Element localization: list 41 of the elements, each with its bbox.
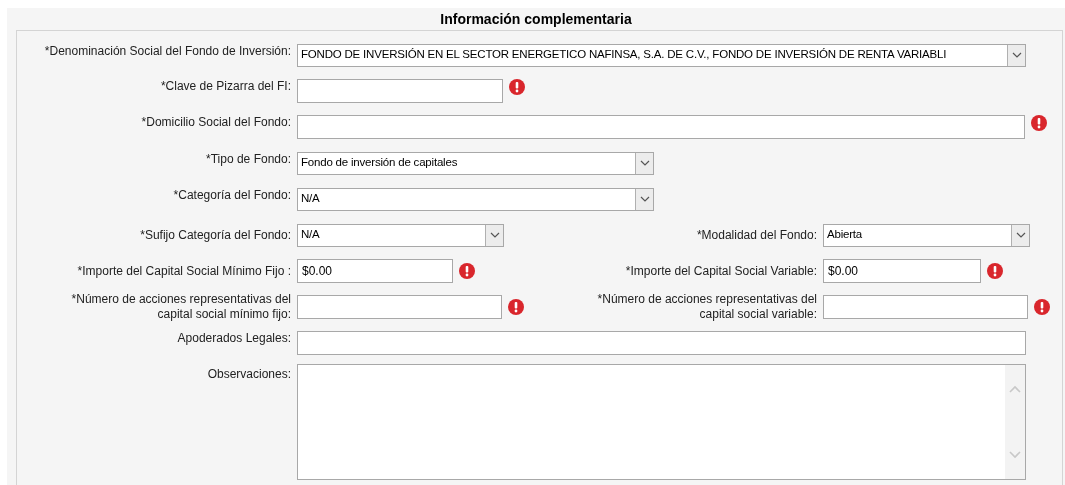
caret-icon <box>1011 224 1029 246</box>
select-field[interactable]: FONDO DE INVERSIÓN EN EL SECTOR ENERGETICO NAFINSA, S.A. DE C.V., FONDO DE INVERSIÓN DE RENTA VARIABLI <box>297 43 1026 67</box>
field-label: *Denominación Social del Fondo de Inversión: <box>43 43 292 59</box>
input-field[interactable] <box>297 295 502 319</box>
field-label: *Número de acciones representativas del capital social mínimo fijo: <box>70 292 292 322</box>
input-field[interactable] <box>823 295 1028 319</box>
field-label: Observaciones: <box>206 366 292 382</box>
input-field[interactable] <box>297 331 1026 355</box>
field-label: *Sufijo Categoría del Fondo: <box>139 227 292 243</box>
field-label: *Importe del Capital Social Variable: <box>624 263 818 279</box>
field-label: *Tipo de Fondo: <box>205 151 292 167</box>
field-label: *Modalidad del Fondo: <box>695 227 818 243</box>
caret-icon <box>1007 44 1025 66</box>
input-field[interactable] <box>297 79 503 103</box>
select-field[interactable]: N/A <box>297 187 654 211</box>
input-field[interactable]: $0.00 <box>297 259 453 283</box>
error-icon <box>509 79 525 95</box>
scrollbar[interactable] <box>1005 365 1025 479</box>
chevron-up-icon[interactable] <box>1009 385 1021 393</box>
field-label: *Domicilio Social del Fondo: <box>140 115 292 130</box>
select-field[interactable]: N/A <box>297 223 504 247</box>
field-label: *Clave de Pizarra del FI: <box>159 79 292 94</box>
field-label: Apoderados Legales: <box>176 331 292 346</box>
input-field[interactable] <box>297 115 1025 139</box>
chevron-down-icon[interactable] <box>1009 451 1021 459</box>
error-icon <box>987 263 1003 279</box>
caret-icon <box>635 152 653 174</box>
caret-icon <box>485 224 503 246</box>
section-title: Información complementaria <box>440 9 632 29</box>
select-field[interactable]: Fondo de inversión de capitales <box>297 151 654 175</box>
select-field[interactable]: Abierta <box>823 223 1030 247</box>
input-field[interactable]: $0.00 <box>823 259 981 283</box>
field-label: *Número de acciones representativas del capital social variable: <box>596 292 818 322</box>
error-icon <box>508 299 524 315</box>
error-icon <box>1034 299 1050 315</box>
error-icon <box>459 263 475 279</box>
text-area[interactable] <box>297 364 1026 480</box>
error-icon <box>1031 115 1047 131</box>
field-label: *Importe del Capital Social Mínimo Fijo : <box>76 263 292 279</box>
caret-icon <box>635 188 653 210</box>
field-label: *Categoría del Fondo: <box>172 187 292 203</box>
